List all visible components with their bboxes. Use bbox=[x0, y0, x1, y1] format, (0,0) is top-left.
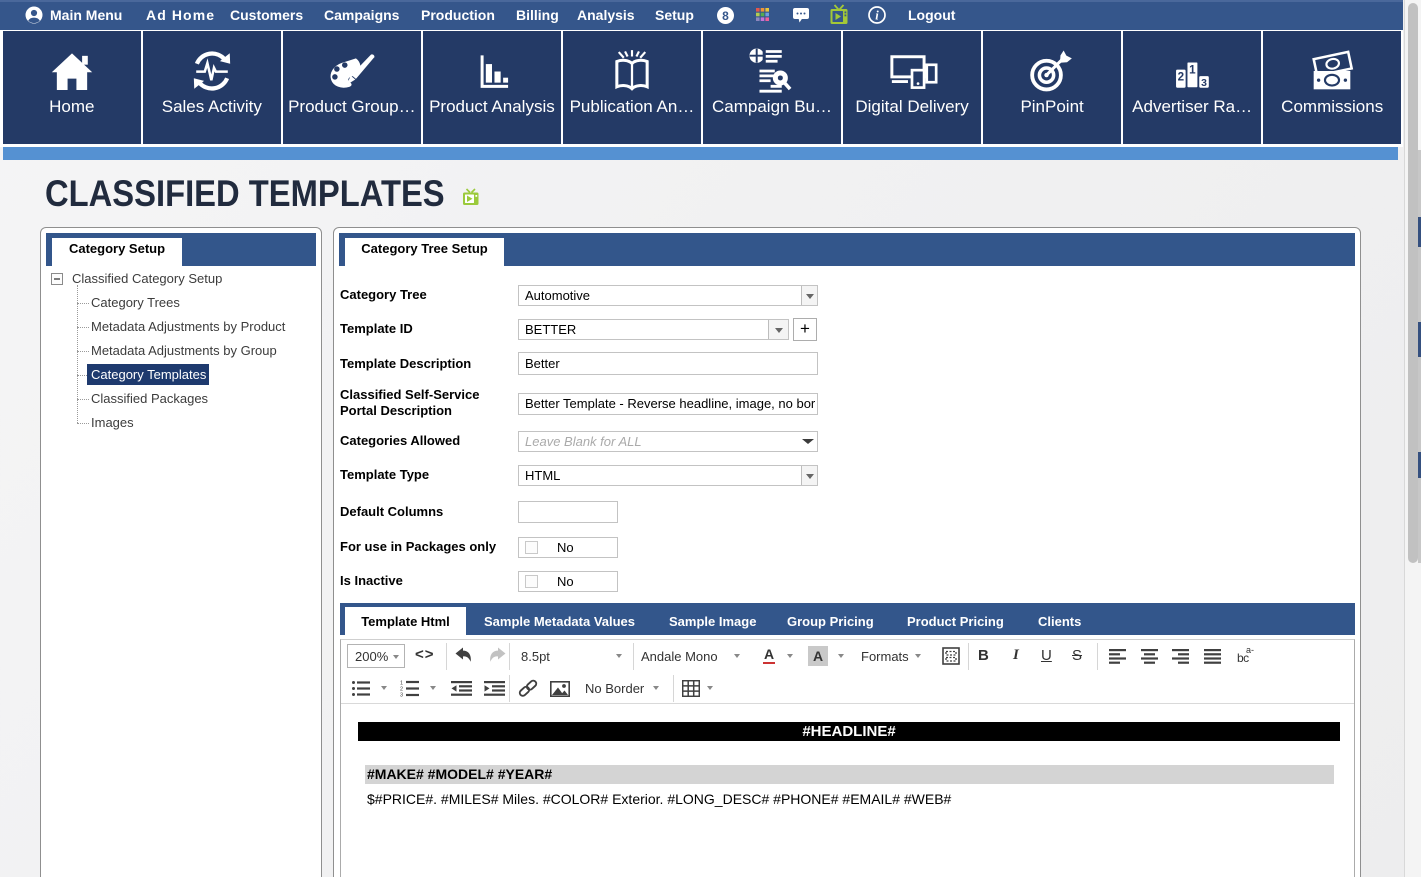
svg-text:3: 3 bbox=[1201, 77, 1207, 88]
svg-text:1: 1 bbox=[1189, 63, 1196, 76]
svg-text:8: 8 bbox=[722, 9, 729, 23]
svg-text:3: 3 bbox=[400, 693, 403, 698]
svg-text:2: 2 bbox=[1178, 70, 1185, 83]
svg-text:i: i bbox=[875, 8, 879, 22]
